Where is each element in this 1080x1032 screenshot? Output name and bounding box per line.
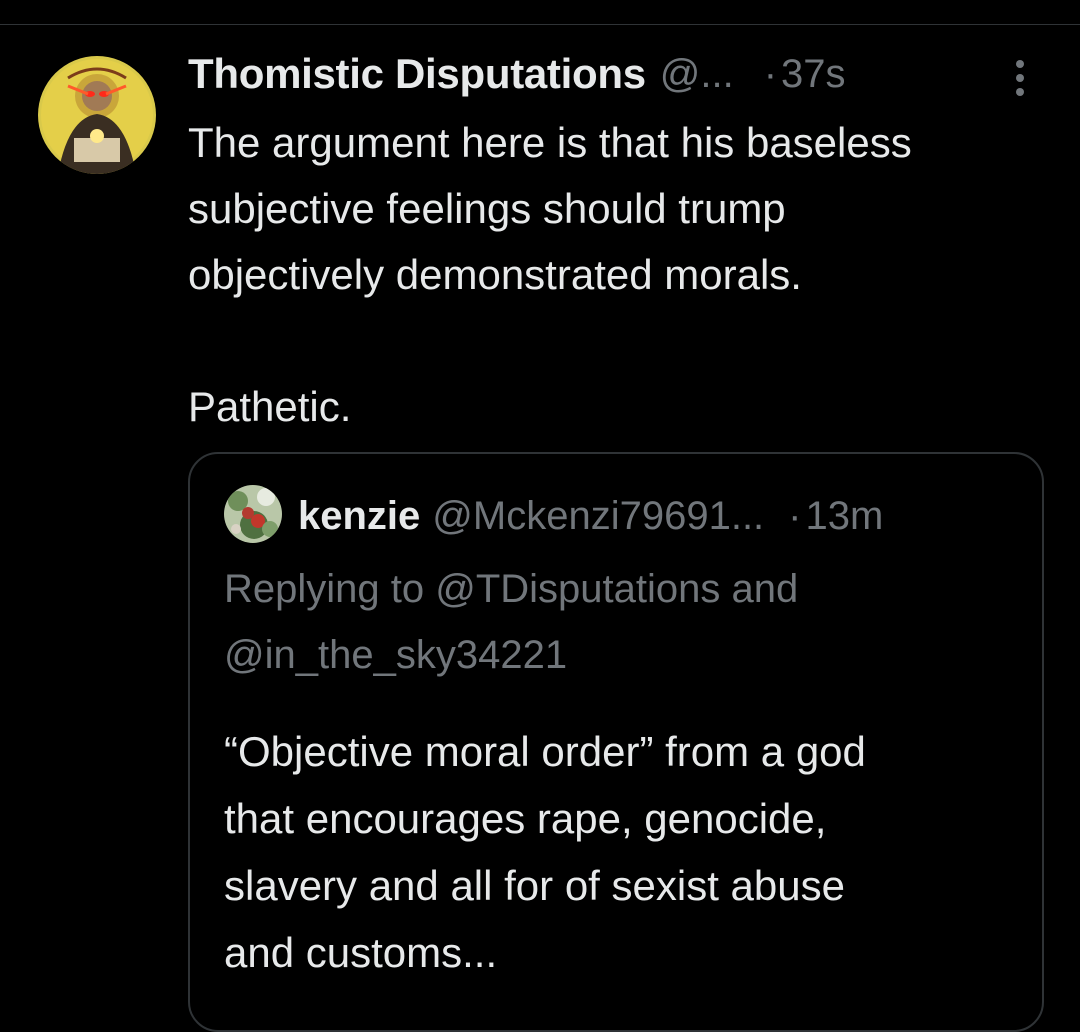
quote-text-line: “Objective moral order” from a god [224, 728, 866, 775]
timestamp[interactable]: 37s [781, 52, 846, 97]
replying-to: Replying to @TDisputations and @in_the_s… [224, 556, 1024, 688]
quoted-tweet[interactable]: kenzie @Mckenzi79691... · 13m Replying t… [188, 452, 1044, 1032]
quote-timestamp[interactable]: 13m [806, 494, 884, 539]
quote-text-line: that encourages rape, genocide, [224, 795, 827, 842]
quote-display-name[interactable]: kenzie [298, 494, 420, 539]
tweet[interactable]: Thomistic Disputations @... · 37s The ar… [0, 0, 1080, 1032]
replying-to-line-2[interactable]: @in_the_sky34221 [224, 622, 1024, 688]
quote-text-line: and customs... [224, 929, 498, 976]
quote-avatar-icon [224, 485, 282, 543]
display-name[interactable]: Thomistic Disputations [188, 50, 646, 98]
tweet-text: The argument here is that his baseless s… [188, 119, 912, 430]
quote-text-line: slavery and all for of sexist abuse [224, 862, 845, 909]
avatar-icon [38, 56, 156, 174]
avatar[interactable] [38, 56, 156, 174]
quote-separator-dot: · [788, 493, 802, 538]
separator-dot: · [763, 51, 778, 96]
handle[interactable]: @... [660, 52, 734, 97]
quote-avatar[interactable] [224, 485, 282, 543]
tweet-header: Thomistic Disputations @... · 37s [188, 46, 1048, 102]
quote-header: kenzie @Mckenzi79691... · 13m [298, 488, 883, 544]
more-vertical-icon[interactable] [1008, 56, 1032, 100]
quote-handle[interactable]: @Mckenzi79691... [432, 494, 764, 539]
replying-to-line-1[interactable]: Replying to @TDisputations and [224, 556, 1024, 622]
quote-text: “Objective moral order” from a god that … [224, 718, 1024, 986]
